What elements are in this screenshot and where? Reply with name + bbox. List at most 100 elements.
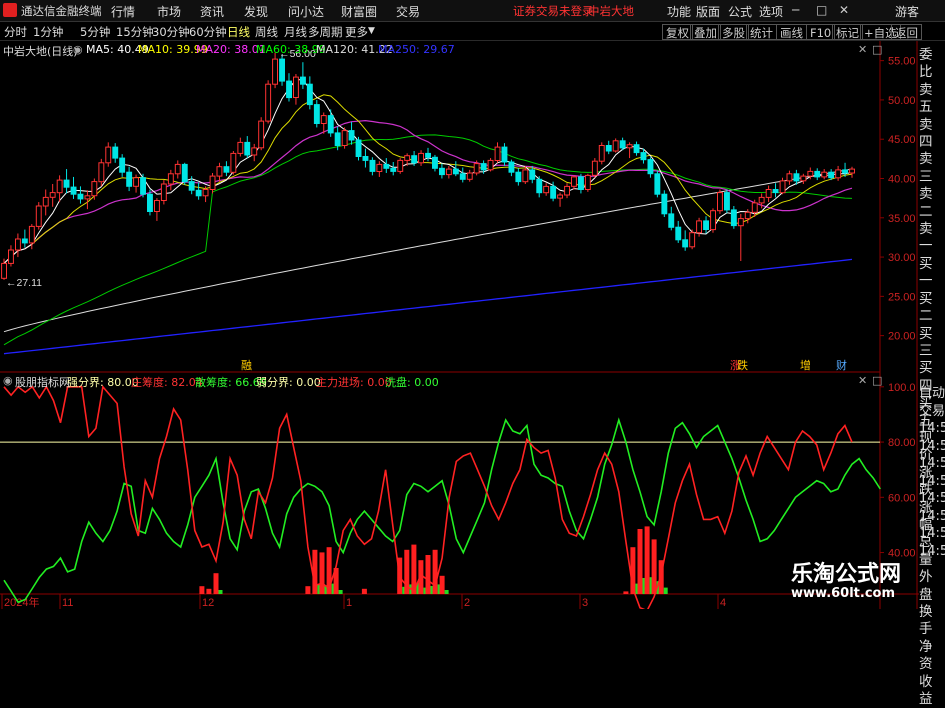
close-chart-icon[interactable]: ✕ [858,43,867,56]
settings-icon[interactable]: ◉ [73,43,83,56]
candle-body [661,193,668,215]
more-chevron-icon[interactable]: ▼ [368,26,375,36]
candle-body [466,172,473,180]
low-annotation: ←27.11 [6,277,42,289]
candle-body [334,132,341,147]
kline-chart[interactable]: 55.00 50.00 45.00 40.00 35.00 30.00 25.00 20.00… [0,41,919,609]
menu-item-ask[interactable]: 问小达 [288,3,324,20]
side-item[interactable]: 卖四 [919,117,945,152]
watermark-title: 乐淘公式网 [791,562,902,587]
side-item[interactable]: 自动 [919,385,945,403]
side-item[interactable]: 买一 [919,256,945,291]
side-item[interactable]: 换手 [919,604,945,639]
indicator-info: ◉ 股朋指标网 强分界: 80.00 庄筹度: 82.04 散筹度: 66.69… [0,373,882,390]
menu-item-options[interactable]: 选项 [759,3,783,20]
candle-body [126,171,133,187]
tab-intraday[interactable]: 分时 [4,24,27,40]
side-item[interactable]: 卖一 [919,221,945,256]
draw-line-button[interactable]: 画线 [776,24,807,40]
candle-body [327,115,334,134]
candle-body [640,152,647,161]
side-item[interactable]: 卖五 [919,82,945,117]
candle-body [675,226,682,241]
minimize-icon[interactable]: ─ [792,3,799,17]
close-icon[interactable]: ✕ [839,3,849,17]
menu-item-quotes[interactable]: 行情 [111,3,135,20]
guest-label[interactable]: 游客 [895,3,919,20]
tab-weekly[interactable]: 周线 [255,24,278,40]
side-item[interactable]: 净资 [919,639,945,674]
maximize-icon[interactable]: □ [816,3,827,17]
expand-chart-icon[interactable]: □ [872,43,882,56]
event-marker[interactable]: 财 [836,358,847,372]
side-item[interactable]: 买三 [919,326,945,361]
main-entry-bar [432,549,438,594]
ma250-line [3,258,853,355]
candle-body [258,120,265,149]
weak-bound-label: 弱分界: 0.00 [256,376,321,389]
side-item[interactable]: 委比 [919,47,945,82]
f10-button[interactable]: F10 [806,24,836,40]
candle-body [98,162,105,183]
menu-item-wealth[interactable]: 财富圈 [341,3,377,20]
candle-body [515,171,522,183]
menu-item-trade[interactable]: 交易 [396,3,420,20]
candle-body [598,145,605,162]
indicator-tick-label: 60.00 [888,492,916,504]
close-indicator-icon[interactable]: ✕ [858,374,867,387]
mark-button[interactable]: 标记 [832,24,863,40]
multi-stock-button[interactable]: 多股 [718,24,749,40]
candle-body [348,130,355,141]
expand-indicator-icon[interactable]: □ [872,374,882,387]
stats-button[interactable]: 统计 [746,24,777,40]
login-notice[interactable]: 证券交易未登录 [513,3,594,19]
indicator-settings-icon[interactable]: ◉ [3,374,13,387]
candle-body [682,239,689,248]
side-item[interactable]: 交易 [919,403,945,421]
candle-body [8,249,14,264]
tab-1min[interactable]: 1分钟 [33,24,63,40]
tab-15min[interactable]: 15分钟 [116,24,154,40]
side-item[interactable]: 外盘 [919,569,945,604]
candle-body [730,209,737,227]
main-chart-info: 中岩大地(日线) ◉ MA5: 40.49 MA10: 39.99 MA20: … [0,42,882,58]
side-item[interactable]: 收益 [919,674,945,708]
side-item[interactable]: 卖三 [919,151,945,186]
tab-60min[interactable]: 60分钟 [189,24,227,40]
menu-item-layout[interactable]: 版面 [696,3,720,20]
event-marker[interactable]: 跌 [737,358,748,372]
tab-30min[interactable]: 30分钟 [152,24,190,40]
adjust-button[interactable]: 复权 [662,24,693,40]
side-item[interactable]: 卖二 [919,186,945,221]
tab-monthly[interactable]: 月线 [284,24,307,40]
menu-item-market[interactable]: 市场 [157,3,181,20]
tab-multi-period[interactable]: 多周期 [308,24,343,40]
tab-daily[interactable]: 日线 [227,24,250,40]
back-button[interactable]: 返回 [891,24,922,40]
date-tick-label: 4 [720,597,726,609]
overlay-button[interactable]: 叠加 [690,24,721,40]
indicator-tick-label: 100.0 [888,382,916,394]
date-tick-label: 1 [346,597,352,609]
side-item[interactable]: 买二 [919,291,945,326]
candle-body [828,171,835,179]
candle-body [626,144,633,149]
candle-body [737,218,744,227]
menu-item-discover[interactable]: 发现 [244,3,268,20]
washout-label: 洗盘: 0.00 [385,376,439,389]
menu-item-formula[interactable]: 公式 [728,3,752,20]
main-entry-bar [361,588,367,594]
menu-item-function[interactable]: 功能 [667,3,691,20]
indicator-name[interactable]: 股朋指标网 [15,374,70,390]
event-marker[interactable]: 融 [241,359,252,372]
price-tick-label: 30.00 [888,252,916,264]
tab-5min[interactable]: 5分钟 [80,24,110,40]
candle-body [70,186,77,195]
tab-more[interactable]: 更多 [345,24,368,40]
candle-body [42,196,49,207]
candle-body [286,80,293,99]
ma250-label: MA250: 29.67 [378,43,455,56]
menu-item-news[interactable]: 资讯 [200,3,224,20]
washout-bar [663,587,668,594]
event-marker[interactable]: 增 [800,358,811,372]
